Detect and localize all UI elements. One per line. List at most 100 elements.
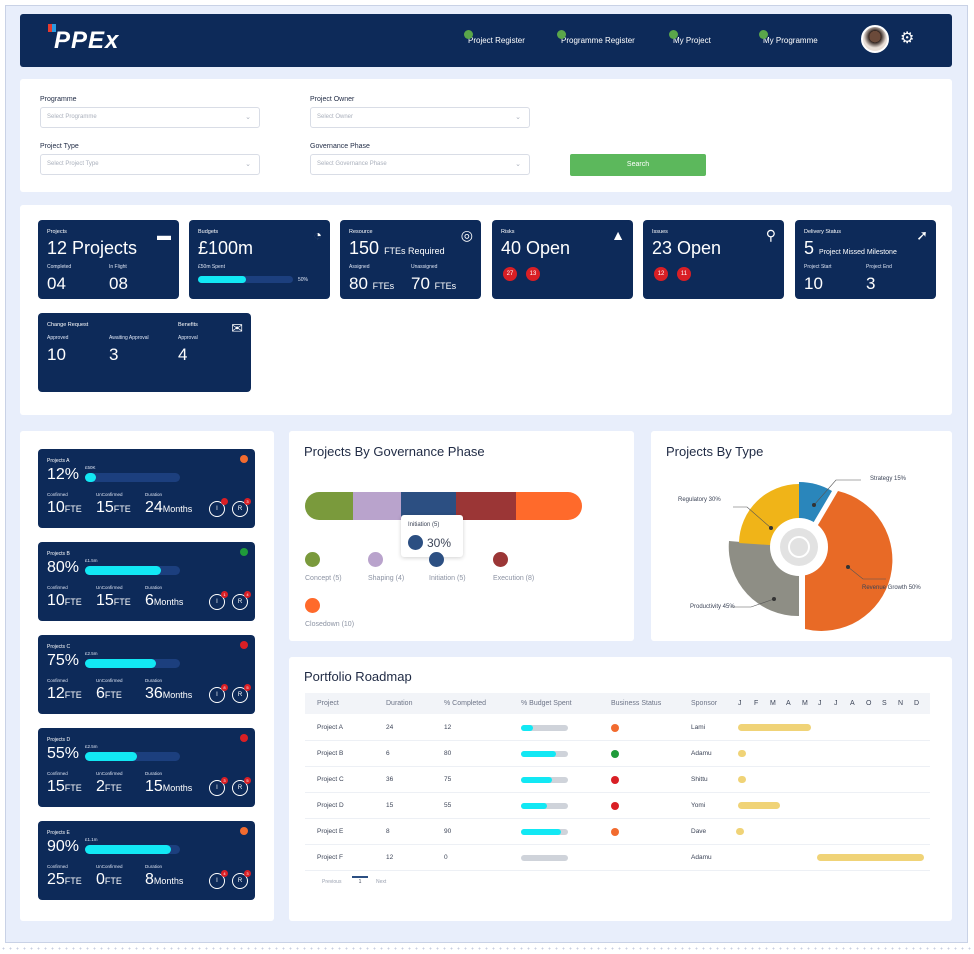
issue-badge: 11 bbox=[677, 267, 691, 281]
kpi-sub-value: 10 bbox=[47, 345, 66, 364]
project-card[interactable]: Projects C 75% £2.5m Confirmed UnConfirm… bbox=[38, 635, 255, 714]
issues-circle-icon[interactable]: I4 bbox=[209, 870, 228, 889]
chevron-down-icon: ⌄ bbox=[515, 114, 521, 121]
gantt-bar[interactable] bbox=[738, 724, 811, 731]
search-button[interactable]: Search bbox=[570, 154, 706, 176]
kpi-sub-label: Completed bbox=[47, 264, 72, 270]
nav-my-project[interactable]: My Project bbox=[669, 30, 711, 45]
cell-completed: 0 bbox=[444, 854, 448, 861]
fte-unit: FTE bbox=[64, 690, 82, 700]
project-progress-bar bbox=[85, 752, 180, 761]
issues-circle-icon[interactable]: I8 bbox=[209, 684, 228, 703]
settings-gear-icon[interactable]: ⚙ bbox=[900, 31, 916, 47]
nav-my-programme[interactable]: My Programme bbox=[759, 30, 818, 45]
kpi-value: 150 bbox=[349, 238, 380, 258]
duration-value: 6 bbox=[145, 592, 154, 609]
col-header: Business Status bbox=[611, 700, 662, 707]
issues-circle-icon[interactable]: I3 bbox=[209, 777, 228, 796]
project-amount: £50K bbox=[85, 465, 96, 470]
project-type-select[interactable]: Select Project Type ⌄ bbox=[40, 154, 260, 175]
cell-sponsor: Adamu bbox=[691, 854, 712, 861]
kpi-resource-card[interactable]: Resource ◎ 150 FTEs Required Assigned Un… bbox=[340, 220, 481, 299]
ppex-logo[interactable]: PPEx bbox=[48, 24, 119, 55]
risks-circle-icon[interactable]: R5 bbox=[232, 684, 251, 703]
unconfirmed-label: UnConfirmed bbox=[96, 492, 123, 497]
issues-count-badge: 1 bbox=[221, 591, 228, 598]
cell-status-dot bbox=[611, 750, 619, 758]
kpi-value: £100m bbox=[198, 238, 254, 258]
cell-budget-fill bbox=[521, 829, 561, 835]
kpi-delivery-card[interactable]: Delivery Status ➚ 5 Project Missed Miles… bbox=[795, 220, 936, 299]
phase-segment-shaping[interactable] bbox=[353, 492, 401, 520]
risks-count-badge: 3 bbox=[244, 498, 251, 505]
phase-segment-execution[interactable] bbox=[456, 492, 516, 520]
month-header: F bbox=[754, 700, 759, 707]
pagination-previous[interactable]: Previous bbox=[322, 879, 341, 885]
risks-circle-icon[interactable]: R3 bbox=[232, 870, 251, 889]
project-percent: 55% bbox=[47, 745, 80, 762]
month-header: J bbox=[738, 700, 742, 707]
issues-circle-icon[interactable]: I1 bbox=[209, 591, 228, 610]
gantt-bar[interactable] bbox=[738, 776, 746, 783]
warning-icon: ▲ bbox=[611, 227, 625, 243]
kpi-risks-card[interactable]: Risks ▲ 40 Open 27 13 bbox=[492, 220, 633, 299]
kpi-sub-value: 80 bbox=[349, 274, 368, 293]
r-letter: R bbox=[237, 785, 243, 791]
cell-budget-bar bbox=[521, 855, 568, 861]
kpi-title: Delivery Status bbox=[804, 229, 841, 235]
legend-label: Concept (5) bbox=[305, 575, 342, 582]
row-divider bbox=[305, 870, 930, 871]
governance-title: Projects By Governance Phase bbox=[304, 444, 485, 459]
project-owner-select[interactable]: Select Owner ⌄ bbox=[310, 107, 530, 128]
month-header: N bbox=[898, 700, 904, 707]
unconfirmed-value: 15 bbox=[96, 592, 114, 609]
confirmed-label: Confirmed bbox=[47, 492, 68, 497]
project-card[interactable]: Projects E 90% £1.1m Confirmed UnConfirm… bbox=[38, 821, 255, 900]
legend-label: Initiation (5) bbox=[429, 575, 466, 582]
gantt-bar[interactable] bbox=[736, 828, 744, 835]
r-letter: R bbox=[237, 692, 243, 698]
cell-completed: 80 bbox=[444, 750, 452, 757]
project-card[interactable]: Projects A 12% £50K Confirmed UnConfirme… bbox=[38, 449, 255, 528]
gantt-bar[interactable] bbox=[738, 750, 746, 757]
nav-programme-register[interactable]: Programme Register bbox=[557, 30, 635, 45]
month-header: A bbox=[850, 700, 855, 707]
kpi-budgets-card[interactable]: Budgets ◔ £100m £50m Spent 50% bbox=[189, 220, 330, 299]
kpi-change-request-card[interactable]: Change Request Benefits ✉ Approved Await… bbox=[38, 313, 251, 392]
governance-phase-select[interactable]: Select Governance Phase ⌄ bbox=[310, 154, 530, 175]
project-status-dot bbox=[240, 641, 248, 649]
months-unit: Months bbox=[153, 876, 184, 886]
phase-segment-closedown[interactable] bbox=[516, 492, 582, 520]
months-unit: Months bbox=[162, 504, 193, 514]
r-letter: R bbox=[237, 506, 243, 512]
kpi-sub-value: 3 bbox=[866, 274, 876, 293]
kpi-sub-value: 04 bbox=[47, 274, 66, 293]
pagination-next[interactable]: Next bbox=[376, 879, 386, 885]
gantt-bar[interactable] bbox=[738, 802, 780, 809]
project-card[interactable]: Projects B 80% £1.5m Confirmed UnConfirm… bbox=[38, 542, 255, 621]
risks-circle-icon[interactable]: R4 bbox=[232, 591, 251, 610]
fte-unit: FTE bbox=[64, 504, 82, 514]
nav-project-register[interactable]: Project Register bbox=[464, 30, 525, 45]
project-percent: 12% bbox=[47, 466, 80, 483]
type-label-productivity: Productivity 45% bbox=[690, 604, 735, 610]
cell-project: Project E bbox=[317, 828, 344, 835]
budget-progress-fill bbox=[198, 276, 246, 283]
project-progress-bar bbox=[85, 845, 180, 854]
fte-unit: FTE bbox=[104, 690, 122, 700]
col-header: Project bbox=[317, 700, 339, 707]
gantt-bar[interactable] bbox=[817, 854, 924, 861]
project-card[interactable]: Projects D 55% £2.5m Confirmed UnConfirm… bbox=[38, 728, 255, 807]
cell-project: Project D bbox=[317, 802, 344, 809]
pagination-page-1[interactable]: 1 bbox=[352, 876, 368, 886]
kpi-projects-card[interactable]: Projects ▬ 12 Projects Completed In Flig… bbox=[38, 220, 179, 299]
kpi-issues-card[interactable]: Issues ⚲ 23 Open 12 11 bbox=[643, 220, 784, 299]
kpi-title: Resource bbox=[349, 229, 373, 235]
issues-circle-icon[interactable]: I bbox=[209, 498, 228, 517]
risks-circle-icon[interactable]: R5 bbox=[232, 777, 251, 796]
risks-circle-icon[interactable]: R3 bbox=[232, 498, 251, 517]
user-avatar[interactable] bbox=[861, 25, 889, 53]
cell-status-dot bbox=[611, 724, 619, 732]
phase-segment-concept[interactable] bbox=[305, 492, 353, 520]
programme-select[interactable]: Select Programme ⌄ bbox=[40, 107, 260, 128]
